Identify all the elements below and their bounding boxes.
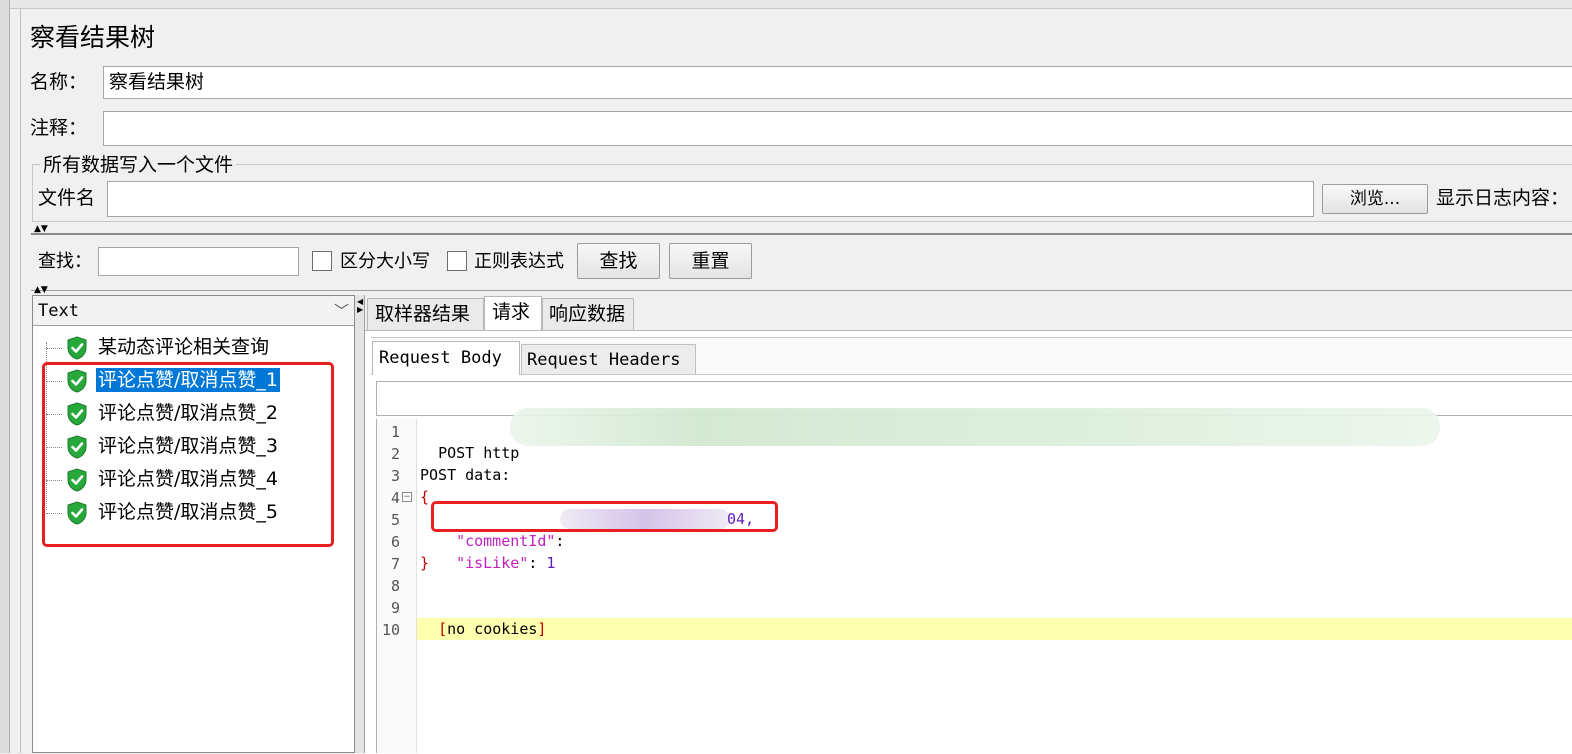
browse-button[interactable]: 浏览... (1322, 184, 1428, 214)
annotation-box-tree (42, 362, 334, 547)
tree-item[interactable]: 某动态评论相关查询 (46, 332, 326, 365)
line-number: 4 (390, 489, 400, 507)
chevron-down-icon: ﹀ (333, 302, 349, 320)
success-shield-icon (66, 336, 88, 364)
code-line-3: POST data: (420, 466, 511, 484)
line-number: 9 (390, 599, 400, 617)
show-log-label: 显示日志内容： (1436, 187, 1570, 209)
redacted-url-blur (510, 408, 1440, 446)
bracket-open: [ (438, 620, 448, 638)
current-line-highlight (417, 618, 1572, 640)
tree-item-label: 某动态评论相关查询 (98, 336, 270, 358)
tab-sampler-result-label: 取样器结果 (375, 303, 471, 325)
tab-response-data[interactable]: 响应数据 (542, 298, 634, 330)
line1-text: POST http (438, 444, 520, 462)
no-cookies-text: no cookies (447, 620, 538, 638)
name-input-value: 察看结果树 (109, 71, 205, 93)
renderer-select-value: Text (38, 301, 79, 321)
subtab-request-body-label: Request Body (379, 348, 502, 368)
subtab-request-headers-label: Request Headers (527, 350, 681, 370)
regex-label: 正则表达式 (474, 251, 564, 272)
tab-sampler-result[interactable]: 取样器结果 (367, 298, 484, 330)
line-number: 3 (390, 467, 400, 485)
name-input[interactable]: 察看结果树 (103, 66, 1572, 99)
is-like-value: 1 (546, 554, 556, 572)
left-border-line (20, 8, 21, 753)
code-line-7: } (420, 554, 430, 572)
line-number: 7 (390, 555, 400, 573)
subtab-request-body[interactable]: Request Body (372, 341, 520, 375)
bracket-close: ] (537, 620, 547, 638)
line-number: 10 (381, 621, 400, 639)
tree-connector (46, 348, 62, 349)
filename-label: 文件名 (38, 187, 96, 209)
search-label: 查找： (38, 251, 92, 272)
line-number: 5 (390, 511, 400, 529)
case-sensitive-label: 区分大小写 (340, 251, 430, 272)
code-line-4: { (420, 488, 430, 506)
code-line-1: POST http (420, 420, 519, 464)
annotation-box-comment-id (431, 501, 778, 532)
line-number: 2 (390, 445, 400, 463)
colon-1: : (555, 532, 565, 550)
colon-2: : (528, 554, 538, 572)
left-splitter[interactable] (0, 0, 10, 753)
key-is-like: "isLike" (456, 554, 529, 572)
splitter-arrows-icon[interactable]: ◀ ▶ (357, 298, 363, 314)
tab-request-label: 请求 (492, 301, 531, 323)
file-group-legend: 所有数据写入一个文件 (40, 154, 237, 176)
code-line-6: "isLike": 1 (438, 530, 555, 574)
top-strip (0, 0, 1572, 9)
reset-button[interactable]: 重置 (669, 243, 752, 279)
subtab-request-headers[interactable]: Request Headers (521, 344, 696, 374)
case-sensitive-checkbox[interactable] (312, 251, 332, 271)
line-number: 6 (390, 533, 400, 551)
filename-input[interactable] (107, 181, 1314, 217)
comment-label: 注释： (30, 117, 88, 139)
name-label: 名称： (30, 71, 88, 93)
tab-request[interactable]: 请求 (484, 296, 542, 331)
panel-splitter[interactable] (355, 295, 365, 753)
fold-marker-icon[interactable]: − (402, 492, 412, 502)
collapse-arrows-icon[interactable]: ▲▼ (34, 225, 48, 234)
line-number: 8 (390, 577, 400, 595)
comment-input[interactable] (103, 111, 1572, 146)
tab-response-data-label: 响应数据 (549, 303, 626, 325)
find-button[interactable]: 查找 (577, 243, 660, 279)
page-title: 察看结果树 (30, 23, 156, 52)
collapse-arrows-icon-2[interactable]: ▲▼ (34, 286, 48, 295)
renderer-select[interactable]: Text ﹀ (33, 296, 354, 326)
regex-checkbox[interactable] (447, 251, 467, 271)
line-number: 1 (390, 423, 400, 441)
code-editor[interactable] (376, 419, 1572, 753)
code-line-9: [no cookies] (420, 596, 546, 640)
search-input[interactable] (98, 247, 299, 276)
